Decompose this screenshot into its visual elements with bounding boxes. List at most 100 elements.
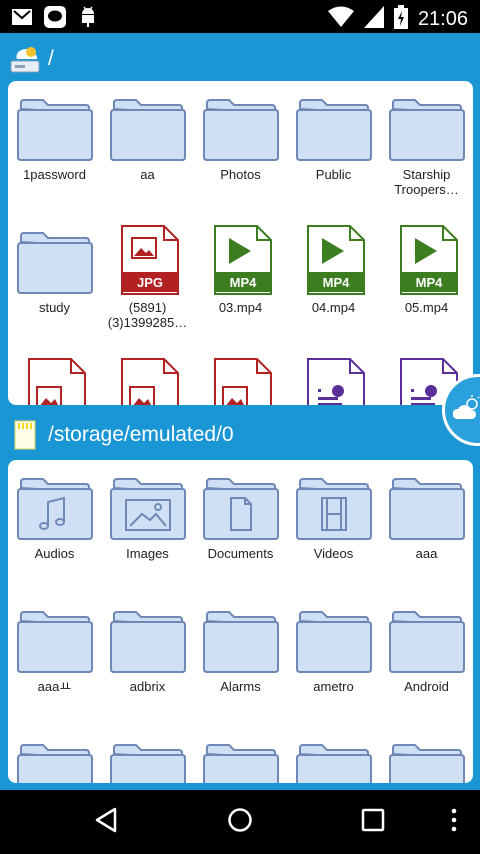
wifi-icon [327, 6, 354, 33]
folder-icon [387, 91, 467, 163]
overflow-menu-button[interactable] [436, 804, 472, 840]
item-label: Audios [34, 546, 75, 561]
folder-icon [108, 91, 188, 163]
folder-item[interactable]: Android [380, 599, 473, 729]
item-label: 03.mp4 [218, 300, 263, 315]
item-label: adbrix [129, 679, 166, 694]
folder-icon [294, 603, 374, 675]
back-button[interactable] [88, 804, 124, 840]
mp4-file-icon: MP4 [387, 224, 467, 296]
storage-path-label: /storage/emulated/0 [48, 423, 234, 446]
folder-item[interactable]: study [8, 220, 101, 350]
battery-icon [393, 5, 408, 34]
gmail-icon [12, 9, 32, 30]
notification-icons [12, 6, 98, 33]
root-path-header[interactable]: / [0, 36, 480, 82]
storage-path-header[interactable]: /storage/emulated/0 [0, 412, 480, 458]
music-folder-icon [15, 470, 95, 542]
file-item[interactable] [194, 353, 287, 405]
drive-icon [8, 42, 42, 76]
file-item[interactable] [8, 353, 101, 405]
file-item[interactable]: MP4 03.mp4 [194, 220, 287, 350]
item-label: aaaㅛ [37, 679, 72, 694]
item-label: Photos [220, 167, 261, 182]
status-time: 21:06 [417, 8, 468, 30]
folder-icon [15, 603, 95, 675]
item-label: 04.mp4 [311, 300, 356, 315]
home-button[interactable] [222, 804, 258, 840]
folder-item[interactable]: adbrix [101, 599, 194, 729]
item-label: Images [126, 546, 169, 561]
folder-icon [15, 736, 95, 783]
navigation-bar [0, 790, 480, 854]
sd-card-icon [8, 418, 42, 452]
folder-item[interactable]: Public [287, 87, 380, 217]
recents-icon [361, 808, 385, 837]
folder-icon [201, 603, 281, 675]
image-file-icon [201, 357, 281, 405]
overflow-menu-icon [450, 808, 458, 837]
mp4-file-icon: MP4 [294, 224, 374, 296]
folder-item[interactable]: Audios [8, 466, 101, 596]
item-label: Android [404, 679, 449, 694]
folder-item[interactable]: Photos [194, 87, 287, 217]
file-item[interactable] [101, 353, 194, 405]
item-label: 1password [23, 167, 86, 182]
folder-item[interactable] [101, 732, 194, 783]
image-file-icon [108, 357, 188, 405]
folder-item[interactable] [8, 732, 101, 783]
folder-item[interactable]: 1password [8, 87, 101, 217]
recents-button[interactable] [355, 804, 391, 840]
folder-icon [108, 736, 188, 783]
svg-text:MP4: MP4 [323, 275, 351, 290]
item-label: study [38, 300, 71, 315]
document-folder-icon [201, 470, 281, 542]
item-label: Alarms [220, 679, 261, 694]
svg-text:MP4: MP4 [230, 275, 258, 290]
file-item[interactable]: MP4 05.mp4 [380, 220, 473, 350]
folder-item[interactable]: aaa [380, 466, 473, 596]
folder-icon [387, 736, 467, 783]
system-icons: 21:06 [327, 5, 468, 34]
folder-icon [108, 603, 188, 675]
signal-icon [363, 6, 384, 33]
folder-item[interactable]: Alarms [194, 599, 287, 729]
video-folder-icon [294, 470, 374, 542]
file-browser: / 1password aa Photos Public Starship Tr… [0, 33, 480, 790]
folder-icon [294, 736, 374, 783]
folder-icon [15, 224, 95, 296]
folder-item[interactable]: Videos [287, 466, 380, 596]
root-path-label: / [48, 47, 54, 70]
folder-icon [387, 470, 467, 542]
item-label: aaa [415, 546, 438, 561]
file-item[interactable]: MP4 04.mp4 [287, 220, 380, 350]
item-label: Starship Troopers… [394, 167, 459, 197]
folder-item[interactable] [194, 732, 287, 783]
folder-item[interactable]: aaaㅛ [8, 599, 101, 729]
item-label: aa [140, 167, 155, 182]
svg-text:JPG: JPG [137, 275, 163, 290]
folder-item[interactable] [380, 732, 473, 783]
image-file-icon [15, 357, 95, 405]
folder-item[interactable]: Starship Troopers… [380, 87, 473, 217]
item-label: ametro [313, 679, 354, 694]
folder-item[interactable] [287, 732, 380, 783]
folder-icon [387, 603, 467, 675]
weather-cloud-icon [452, 394, 480, 426]
file-item[interactable]: JPG (5891) (3)1399285… [101, 220, 194, 350]
folder-item[interactable]: aa [101, 87, 194, 217]
folder-item[interactable]: Images [101, 466, 194, 596]
image-folder-icon [108, 470, 188, 542]
folder-item[interactable]: Documents [194, 466, 287, 596]
file-item[interactable] [287, 353, 380, 405]
mp4-file-icon: MP4 [201, 224, 281, 296]
item-label: Documents [207, 546, 274, 561]
item-label: Videos [313, 546, 354, 561]
folder-item[interactable]: ametro [287, 599, 380, 729]
home-icon [227, 807, 253, 838]
folder-icon [15, 91, 95, 163]
item-label: (5891) (3)1399285… [107, 300, 188, 330]
folder-icon [201, 736, 281, 783]
item-label: Public [315, 167, 352, 182]
item-label: 05.mp4 [404, 300, 449, 315]
